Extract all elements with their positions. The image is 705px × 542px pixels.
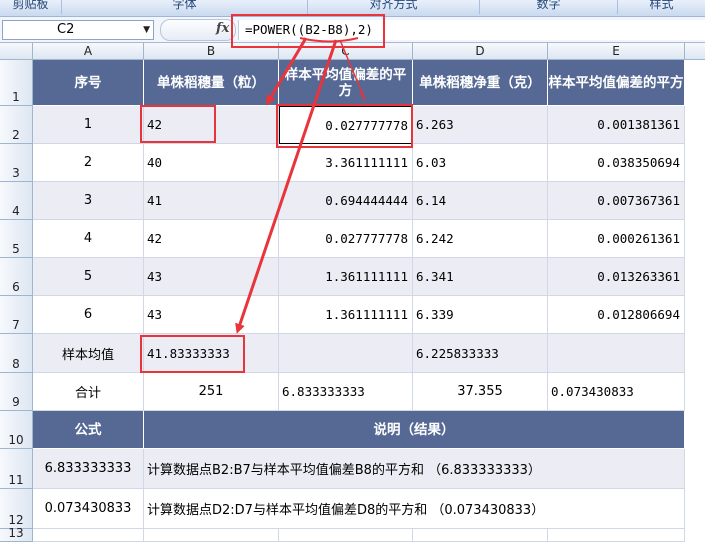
row-header-4[interactable]: 4: [0, 182, 33, 220]
column-header-a[interactable]: A: [33, 43, 144, 60]
cell-b4[interactable]: 41: [144, 182, 279, 220]
row-header-11[interactable]: 11: [0, 449, 33, 489]
cell-a11[interactable]: 6.833333333: [33, 449, 144, 489]
cell-e6[interactable]: 0.013263361: [548, 258, 685, 296]
row-header-12[interactable]: 12: [0, 489, 33, 529]
column-header-spacer: [685, 43, 705, 60]
cell-d8[interactable]: 6.225833333: [413, 334, 548, 373]
cell-c3[interactable]: 3.361111111: [279, 144, 413, 182]
cell-c9[interactable]: 6.833333333: [279, 373, 413, 411]
cell-a5[interactable]: 4: [33, 220, 144, 258]
row-header-2[interactable]: 2: [0, 106, 33, 144]
cell-b6[interactable]: 43: [144, 258, 279, 296]
cell-b10-merged[interactable]: 说明（结果）: [144, 411, 685, 449]
row-header-9[interactable]: 9: [0, 373, 33, 411]
row-header-6[interactable]: 6: [0, 258, 33, 296]
cell-d13[interactable]: [413, 529, 548, 542]
cell-e7[interactable]: 0.012806694: [548, 296, 685, 334]
ribbon-bar: 剪贴板 字体 对齐方式 数字 样式: [0, 0, 705, 17]
select-all-corner[interactable]: [0, 43, 33, 60]
cell-b11-merged[interactable]: 计算数据点B2:B7与样本平均值偏差B8的平方和 （6.833333333）: [144, 449, 685, 489]
cell-b13[interactable]: [144, 529, 279, 542]
chevron-down-icon[interactable]: ▼: [143, 21, 150, 39]
cell-a13[interactable]: [33, 529, 144, 542]
cell-b1[interactable]: 单株稻穗量（粒）: [144, 60, 279, 106]
cell-b7[interactable]: 43: [144, 296, 279, 334]
function-icon[interactable]: fx: [216, 21, 229, 36]
cell-e1[interactable]: 样本平均值偏差的平方: [548, 60, 685, 106]
cell-a7[interactable]: 6: [33, 296, 144, 334]
row-header-5[interactable]: 5: [0, 220, 33, 258]
row-header-8[interactable]: 8: [0, 334, 33, 373]
ribbon-group-number[interactable]: 数字: [480, 0, 618, 14]
cell-d5[interactable]: 6.242: [413, 220, 548, 258]
cell-d1[interactable]: 单株稻穗净重（克）: [413, 60, 548, 106]
name-box[interactable]: C2 ▼: [2, 20, 154, 40]
cell-e8[interactable]: [548, 334, 685, 373]
cell-a10[interactable]: 公式: [33, 411, 144, 449]
cell-e9[interactable]: 0.073430833: [548, 373, 685, 411]
ribbon-group-font[interactable]: 字体: [62, 0, 308, 14]
cell-c1[interactable]: 样本平均值偏差的平方: [279, 60, 413, 106]
cell-a12[interactable]: 0.073430833: [33, 489, 144, 529]
cell-c5[interactable]: 0.027777778: [279, 220, 413, 258]
cell-d9[interactable]: 37.355: [413, 373, 548, 411]
cell-e13[interactable]: [548, 529, 685, 542]
cell-e3[interactable]: 0.038350694: [548, 144, 685, 182]
cell-a9[interactable]: 合计: [33, 373, 144, 411]
row-header-3[interactable]: 3: [0, 144, 33, 182]
row-header-10[interactable]: 10: [0, 411, 33, 449]
cell-c13[interactable]: [279, 529, 413, 542]
cell-d3[interactable]: 6.03: [413, 144, 548, 182]
formula-bar: C2 ▼ fx =POWER((B2-B8),2): [0, 17, 705, 43]
cell-b12-merged[interactable]: 计算数据点D2:D7与样本平均值偏差D8的平方和 （0.073430833）: [144, 489, 685, 529]
cell-e4[interactable]: 0.007367361: [548, 182, 685, 220]
cell-a3[interactable]: 2: [33, 144, 144, 182]
cell-d7[interactable]: 6.339: [413, 296, 548, 334]
row-header-7[interactable]: 7: [0, 296, 33, 334]
ribbon-group-styles[interactable]: 样式: [618, 0, 705, 14]
cell-b9[interactable]: 251: [144, 373, 279, 411]
cell-d2[interactable]: 6.263: [413, 106, 548, 144]
column-header-d[interactable]: D: [413, 43, 548, 60]
cell-d6[interactable]: 6.341: [413, 258, 548, 296]
cell-d4[interactable]: 6.14: [413, 182, 548, 220]
ribbon-group-alignment[interactable]: 对齐方式: [308, 0, 480, 14]
cell-a1[interactable]: 序号: [33, 60, 144, 106]
cell-c6[interactable]: 1.361111111: [279, 258, 413, 296]
row-header-1[interactable]: 1: [0, 60, 33, 106]
cell-b8[interactable]: 41.83333333: [144, 334, 279, 373]
row-header-13[interactable]: 13: [0, 526, 33, 542]
cell-b2[interactable]: 42: [144, 106, 279, 144]
cell-b5[interactable]: 42: [144, 220, 279, 258]
name-box-value: C2: [57, 22, 75, 37]
column-header-b[interactable]: B: [144, 43, 279, 60]
formula-input[interactable]: =POWER((B2-B8),2): [238, 20, 705, 40]
cell-a6[interactable]: 5: [33, 258, 144, 296]
cell-e5[interactable]: 0.000261361: [548, 220, 685, 258]
ribbon-group-clipboard[interactable]: 剪贴板: [0, 0, 62, 14]
cell-a2[interactable]: 1: [33, 106, 144, 144]
cell-c8[interactable]: [279, 334, 413, 373]
cell-e2[interactable]: 0.001381361: [548, 106, 685, 144]
cell-a8[interactable]: 样本均值: [33, 334, 144, 373]
column-header-c[interactable]: C: [279, 43, 413, 60]
cell-a4[interactable]: 3: [33, 182, 144, 220]
column-header-e[interactable]: E: [548, 43, 685, 60]
cell-c7[interactable]: 1.361111111: [279, 296, 413, 334]
cell-c2-active[interactable]: 0.027777778: [279, 106, 413, 144]
cell-c4[interactable]: 0.694444444: [279, 182, 413, 220]
cell-b3[interactable]: 40: [144, 144, 279, 182]
